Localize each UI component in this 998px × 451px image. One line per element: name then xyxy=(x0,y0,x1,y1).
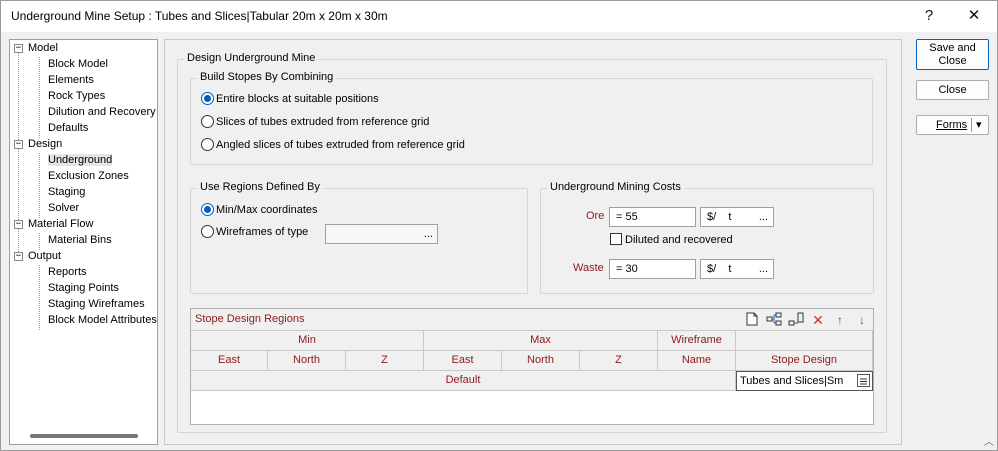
tree-item-block-model[interactable]: Block Model xyxy=(48,58,108,70)
tree-item-material-bins[interactable]: Material Bins xyxy=(48,234,112,246)
add-child-icon[interactable] xyxy=(788,312,804,328)
help-button[interactable]: ? xyxy=(913,5,945,27)
title-bar: Underground Mine Setup : Tubes and Slice… xyxy=(1,1,997,32)
stope-design-cell[interactable]: Tubes and Slices|Sm xyxy=(736,371,873,391)
tree-item-exclusion[interactable]: Exclusion Zones xyxy=(48,170,129,182)
tree-line xyxy=(39,233,40,250)
new-row-icon[interactable] xyxy=(744,312,760,328)
tree-item-staging-points[interactable]: Staging Points xyxy=(48,282,119,294)
collapse-icon[interactable]: − xyxy=(14,252,23,261)
tree-item-model[interactable]: Model xyxy=(28,42,58,54)
tree-item-dilution[interactable]: Dilution and Recovery xyxy=(48,106,156,118)
radio-selected-icon xyxy=(201,203,214,216)
navigation-tree: − Model Block Model Elements Rock Types … xyxy=(9,39,158,445)
delete-row-icon[interactable]: ✕ xyxy=(810,312,826,328)
chevron-down-icon[interactable]: ▾ xyxy=(976,116,982,134)
radio-wireframes[interactable]: Wireframes of type xyxy=(201,225,308,238)
design-group-title: Design Underground Mine xyxy=(184,52,319,64)
radio-entire-blocks[interactable]: Entire blocks at suitable positions xyxy=(201,92,379,105)
diluted-checkbox[interactable]: Diluted and recovered xyxy=(610,233,733,246)
forms-button[interactable]: Forms ▾ xyxy=(916,115,989,135)
resize-chevron-icon[interactable]: ︿ xyxy=(984,433,994,448)
save-and-close-button[interactable]: Save and Close xyxy=(916,39,989,70)
radio-min-max[interactable]: Min/Max coordinates xyxy=(201,203,318,216)
collapse-icon[interactable]: − xyxy=(14,44,23,53)
header-min: Min xyxy=(191,331,424,351)
regions-title: Use Regions Defined By xyxy=(197,181,323,193)
tree-line xyxy=(39,153,40,218)
close-window-button[interactable]: ✕ xyxy=(958,5,990,27)
build-stopes-title: Build Stopes By Combining xyxy=(197,71,337,83)
header-max-z: Z xyxy=(580,351,658,371)
tree-item-defaults[interactable]: Defaults xyxy=(48,122,88,134)
table-row-default[interactable]: Default xyxy=(191,371,736,391)
ore-cost-input[interactable]: = 55 xyxy=(609,207,696,227)
tree-horizontal-scrollbar[interactable] xyxy=(30,434,138,438)
close-button[interactable]: Close xyxy=(916,80,989,100)
wireframe-type-input[interactable]: ... xyxy=(325,224,438,244)
radio-empty-icon xyxy=(201,225,214,238)
header-wireframe: Wireframe xyxy=(658,331,736,351)
radio-selected-icon xyxy=(201,92,214,105)
header-min-east: East xyxy=(191,351,268,371)
tree-item-block-model-attributes[interactable]: Block Model Attributes xyxy=(48,314,157,326)
checkbox-icon xyxy=(610,233,622,245)
costs-title: Underground Mining Costs xyxy=(547,181,684,193)
header-min-north: North xyxy=(268,351,346,371)
ore-unit-input[interactable]: $/ t... xyxy=(700,207,774,227)
tree-item-reports[interactable]: Reports xyxy=(48,266,87,278)
ore-label: Ore xyxy=(586,210,605,222)
tree-item-rock-types[interactable]: Rock Types xyxy=(48,90,105,102)
list-browse-icon[interactable] xyxy=(857,374,870,387)
radio-empty-icon xyxy=(201,138,214,151)
header-wireframe-name: Name xyxy=(658,351,736,371)
browse-icon[interactable]: ... xyxy=(759,260,768,278)
tree-line xyxy=(39,265,40,330)
waste-cost-input[interactable]: = 30 xyxy=(609,259,696,279)
browse-icon[interactable]: ... xyxy=(424,225,433,243)
tree-line xyxy=(39,57,40,138)
tree-item-material-flow[interactable]: Material Flow xyxy=(28,218,93,230)
radio-slices-of-tubes[interactable]: Slices of tubes extruded from reference … xyxy=(201,115,429,128)
tree-item-staging-wireframes[interactable]: Staging Wireframes xyxy=(48,298,145,310)
header-max-east: East xyxy=(424,351,502,371)
tree-item-staging[interactable]: Staging xyxy=(48,186,85,198)
radio-empty-icon xyxy=(201,115,214,128)
tree-item-output[interactable]: Output xyxy=(28,250,61,262)
tree-item-design[interactable]: Design xyxy=(28,138,62,150)
stope-design-grid: Stope Design Regions ✕ ↑ ↓ Min Max Wiref… xyxy=(190,308,874,425)
dialog-window: Underground Mine Setup : Tubes and Slice… xyxy=(0,0,998,451)
split-divider xyxy=(971,118,972,132)
collapse-icon[interactable]: − xyxy=(14,140,23,149)
radio-angled-slices[interactable]: Angled slices of tubes extruded from ref… xyxy=(201,138,465,151)
tree-item-underground[interactable]: Underground xyxy=(48,154,113,166)
grid-title: Stope Design Regions xyxy=(195,313,305,325)
header-stope-design: Stope Design xyxy=(736,351,873,371)
waste-unit-input[interactable]: $/ t... xyxy=(700,259,774,279)
move-down-icon[interactable]: ↓ xyxy=(854,312,870,328)
window-title: Underground Mine Setup : Tubes and Slice… xyxy=(11,9,388,23)
header-max-north: North xyxy=(502,351,580,371)
browse-icon[interactable]: ... xyxy=(759,208,768,226)
grid-toolbar: Stope Design Regions ✕ ↑ ↓ xyxy=(191,309,873,331)
header-max: Max xyxy=(424,331,658,351)
tree-item-elements[interactable]: Elements xyxy=(48,74,94,86)
collapse-icon[interactable]: − xyxy=(14,220,23,229)
tree-item-solver[interactable]: Solver xyxy=(48,202,79,214)
move-up-icon[interactable]: ↑ xyxy=(832,312,848,328)
header-spacer xyxy=(736,331,873,351)
waste-label: Waste xyxy=(573,262,604,274)
insert-row-icon[interactable] xyxy=(766,312,782,328)
header-min-z: Z xyxy=(346,351,424,371)
